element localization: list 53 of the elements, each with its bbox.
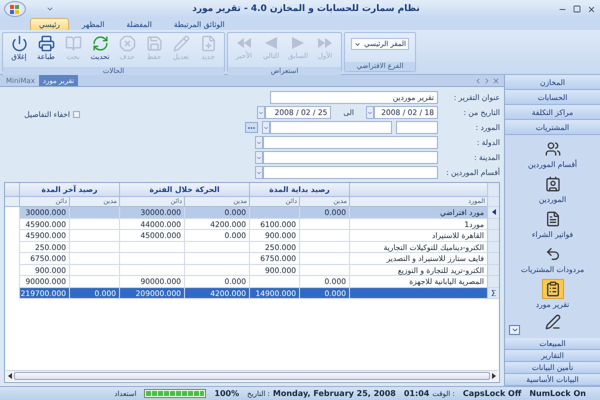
delete-icon <box>118 35 136 52</box>
contact-card-icon <box>544 176 560 192</box>
scroll-right-icon[interactable] <box>492 373 496 379</box>
capslock-status: CapsLock Off <box>462 389 522 398</box>
dropdown-icon[interactable] <box>366 106 374 119</box>
chevron-down-icon <box>510 326 518 334</box>
quick-access-caret-icon[interactable] <box>46 5 54 13</box>
logo <box>10 4 20 14</box>
combo-field[interactable] <box>263 166 438 179</box>
zoom-text: 100% <box>214 389 240 398</box>
document-icon <box>544 211 561 227</box>
header-corner <box>487 197 499 207</box>
book-icon <box>64 35 82 52</box>
checkbox[interactable] <box>73 111 80 118</box>
browse-button[interactable] <box>245 122 258 133</box>
dropdown-icon[interactable] <box>255 166 263 179</box>
header-corner <box>487 183 499 197</box>
people-icon <box>544 141 561 157</box>
row-selector[interactable] <box>487 288 499 299</box>
scroll-down-button[interactable] <box>509 325 520 335</box>
dropdown-icon[interactable] <box>257 106 266 119</box>
maximize-icon[interactable] <box>573 5 581 13</box>
column-header <box>5 197 19 207</box>
refresh-icon <box>92 35 108 52</box>
sum-icon <box>490 290 496 296</box>
new-file-icon <box>200 35 216 52</box>
printer-icon <box>38 35 54 52</box>
scroll-left-icon[interactable] <box>8 373 12 379</box>
combo-field[interactable] <box>263 151 438 164</box>
save-icon <box>146 35 162 52</box>
date-text: Monday, February 25, 2008 <box>272 389 396 398</box>
window-title: نظام سمارت للحسابات و المخازن 4.0 - تقرير مورد <box>191 4 421 14</box>
undo-arrow-icon <box>544 246 560 262</box>
dropdown-icon[interactable] <box>262 121 270 134</box>
pen-icon[interactable] <box>544 314 560 330</box>
column-group-header <box>5 183 19 197</box>
code-field[interactable] <box>396 121 438 134</box>
app-menu-button[interactable] <box>4 1 26 17</box>
row-selector[interactable] <box>487 207 499 218</box>
numlock-status: NumLock On <box>529 389 586 398</box>
horizontal-scrollbar[interactable] <box>6 370 498 381</box>
dropdown-icon[interactable] <box>255 151 263 164</box>
double-arrow-left-icon <box>235 35 253 51</box>
combo-field[interactable] <box>270 121 392 134</box>
power-icon <box>10 35 28 52</box>
dropdown-icon[interactable] <box>255 136 263 149</box>
double-arrow-right-icon <box>316 35 334 51</box>
combo-field[interactable] <box>263 136 438 149</box>
time-text: 01:04 <box>404 389 430 398</box>
current-row-icon <box>492 209 496 216</box>
pencil-icon <box>172 35 190 52</box>
close-icon[interactable] <box>587 4 596 14</box>
caret-icon <box>354 40 361 48</box>
